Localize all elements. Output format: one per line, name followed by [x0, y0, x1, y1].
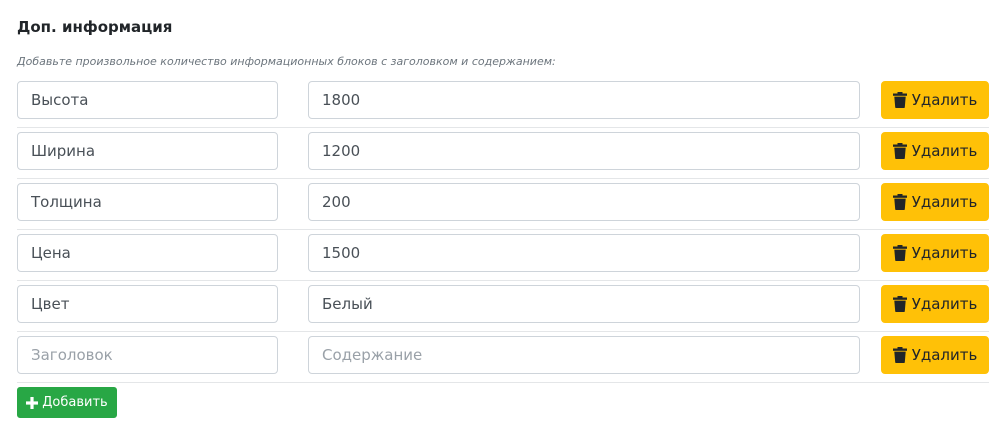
row-title-input[interactable]: [17, 336, 278, 374]
trash-icon: [892, 296, 907, 312]
delete-row-button[interactable]: Удалить: [881, 234, 989, 272]
row-title-input[interactable]: [17, 234, 278, 272]
delete-row-button[interactable]: Удалить: [881, 183, 989, 221]
trash-icon: [892, 92, 907, 108]
info-rows: Удалить Удалить Удалить Удалить: [17, 77, 989, 383]
info-row: Удалить: [17, 179, 989, 230]
row-title-input[interactable]: [17, 183, 278, 221]
row-title-input[interactable]: [17, 132, 278, 170]
info-row: Удалить: [17, 77, 989, 128]
row-content-input[interactable]: [308, 285, 860, 323]
row-content-input[interactable]: [308, 336, 860, 374]
delete-row-label: Удалить: [911, 346, 978, 364]
delete-row-label: Удалить: [911, 91, 978, 109]
row-content-input[interactable]: [308, 234, 860, 272]
section-hint: Добавьте произвольное количество информа…: [17, 55, 556, 68]
trash-icon: [892, 194, 907, 210]
trash-icon: [892, 143, 907, 159]
delete-row-button[interactable]: Удалить: [881, 132, 989, 170]
info-row: Удалить: [17, 230, 989, 281]
row-content-input[interactable]: [308, 183, 860, 221]
row-content-input[interactable]: [308, 81, 860, 119]
trash-icon: [892, 347, 907, 363]
plus-icon: [26, 396, 39, 409]
info-row: Удалить: [17, 332, 989, 383]
additional-info-section: Доп. информация Добавьте произвольное ко…: [0, 0, 1005, 438]
section-title: Доп. информация: [17, 18, 173, 36]
trash-icon: [892, 245, 907, 261]
info-row: Удалить: [17, 128, 989, 179]
add-row-button[interactable]: Добавить: [17, 387, 117, 418]
delete-row-label: Удалить: [911, 193, 978, 211]
delete-row-label: Удалить: [911, 142, 978, 160]
row-content-input[interactable]: [308, 132, 860, 170]
row-title-input[interactable]: [17, 81, 278, 119]
delete-row-button[interactable]: Удалить: [881, 81, 989, 119]
info-row: Удалить: [17, 281, 989, 332]
delete-row-label: Удалить: [911, 244, 978, 262]
delete-row-label: Удалить: [911, 295, 978, 313]
add-row-label: Добавить: [42, 395, 108, 410]
row-title-input[interactable]: [17, 285, 278, 323]
delete-row-button[interactable]: Удалить: [881, 336, 989, 374]
delete-row-button[interactable]: Удалить: [881, 285, 989, 323]
